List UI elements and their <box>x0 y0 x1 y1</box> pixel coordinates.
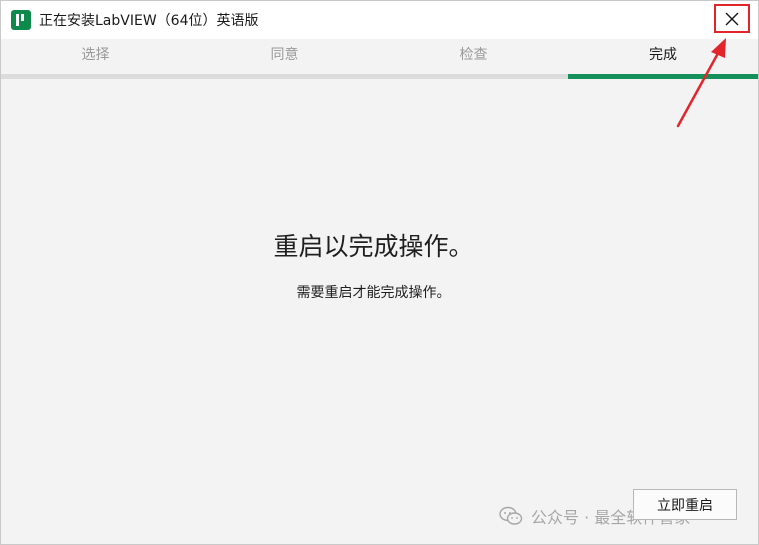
restart-headline: 重启以完成操作。 <box>273 232 474 261</box>
restart-now-button[interactable]: 立即重启 <box>633 489 737 520</box>
tab-check[interactable]: 检查 <box>379 39 568 79</box>
restart-subtext: 需要重启才能完成操作。 <box>296 285 451 301</box>
step-tabs: 选择 同意 检查 完成 <box>1 39 758 79</box>
main-content: 重启以完成操作。 需要重启才能完成操作。 公众号 · 最全软件管家 立即重启 <box>1 79 758 544</box>
wechat-icon <box>499 506 523 525</box>
tab-select[interactable]: 选择 <box>1 39 190 79</box>
installer-window: 正在安装LabVIEW（64位）英语版 选择 同意 检查 完成 重启以完成操作。… <box>0 0 759 545</box>
tab-finish[interactable]: 完成 <box>568 39 758 79</box>
tab-label: 选择 <box>81 47 110 63</box>
tab-label: 检查 <box>459 47 488 63</box>
close-button[interactable] <box>714 4 750 33</box>
tab-label: 完成 <box>649 47 677 63</box>
labview-logo-icon <box>11 10 31 30</box>
tab-label: 同意 <box>270 47 299 63</box>
tab-agree[interactable]: 同意 <box>190 39 379 79</box>
window-title: 正在安装LabVIEW（64位）英语版 <box>39 13 259 29</box>
title-bar: 正在安装LabVIEW（64位）英语版 <box>1 1 758 39</box>
close-icon <box>725 12 739 25</box>
